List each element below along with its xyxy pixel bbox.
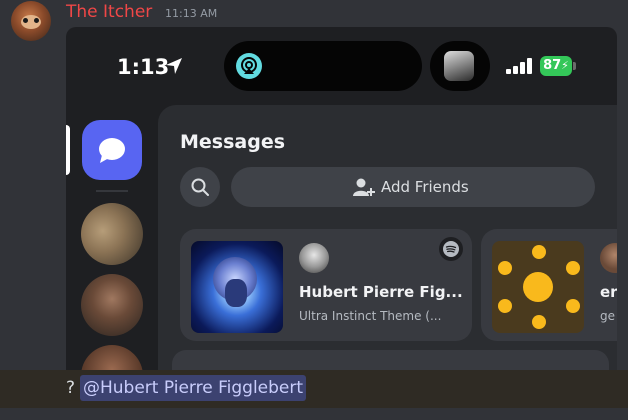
friend-name: er bbox=[600, 283, 617, 301]
avatar bbox=[600, 243, 617, 273]
emoji-icon bbox=[566, 261, 580, 275]
woozy-face-icon bbox=[523, 272, 553, 302]
spotify-icon bbox=[439, 237, 463, 261]
message-author[interactable]: The Itcher bbox=[66, 2, 152, 22]
search-button[interactable] bbox=[180, 167, 220, 207]
server-rail bbox=[66, 107, 158, 370]
airplay-icon bbox=[236, 53, 262, 79]
messages-panel: Messages Add Friends Hubert Pierre Fig..… bbox=[158, 105, 617, 370]
user-mention[interactable]: @Hubert Pierre Figglebert bbox=[80, 375, 307, 401]
now-playing-thumbnail bbox=[444, 51, 474, 81]
battery-nub bbox=[573, 62, 576, 70]
page-title: Messages bbox=[180, 131, 286, 153]
chat-bubble-icon bbox=[99, 138, 125, 163]
message-text: ? bbox=[66, 378, 76, 398]
dynamic-island bbox=[224, 41, 422, 91]
avatar-eye bbox=[23, 18, 28, 23]
activity-card[interactable]: er ge bbox=[481, 229, 617, 341]
rail-separator bbox=[96, 190, 128, 192]
activity-card[interactable]: Hubert Pierre Fig... Ultra Instinct Them… bbox=[180, 229, 472, 341]
avatar-eye bbox=[34, 18, 39, 23]
album-art-figure bbox=[225, 279, 247, 307]
emoji-icon bbox=[498, 261, 512, 275]
avatar bbox=[299, 243, 329, 273]
message-timestamp: 11:13 AM bbox=[165, 7, 218, 20]
server-icon[interactable] bbox=[81, 203, 143, 265]
message-body: ? @Hubert Pierre Figglebert bbox=[0, 370, 628, 408]
charging-bolt-icon: ⚡ bbox=[561, 59, 569, 72]
location-arrow-icon bbox=[166, 58, 182, 74]
friend-activity: Ultra Instinct Theme (... bbox=[299, 309, 442, 323]
phone-clock: 1:13 bbox=[117, 55, 170, 79]
direct-messages-button[interactable] bbox=[82, 120, 142, 180]
selected-indicator bbox=[66, 125, 70, 175]
friend-activity: ge bbox=[600, 309, 615, 323]
friend-name: Hubert Pierre Fig... bbox=[299, 283, 463, 301]
emoji-cover bbox=[492, 241, 584, 333]
search-icon bbox=[191, 178, 209, 196]
add-friend-icon bbox=[353, 178, 375, 196]
chat-avatar[interactable] bbox=[11, 1, 51, 41]
next-card-edge bbox=[172, 350, 609, 370]
emoji-icon bbox=[532, 245, 546, 259]
add-friends-label: Add Friends bbox=[381, 178, 469, 196]
cellular-signal-icon bbox=[506, 58, 534, 74]
server-icon[interactable] bbox=[81, 274, 143, 336]
emoji-icon bbox=[566, 299, 580, 313]
battery-level: 87⚡ bbox=[540, 56, 572, 76]
add-friends-button[interactable]: Add Friends bbox=[231, 167, 595, 207]
server-icon[interactable] bbox=[81, 345, 143, 370]
now-playing-pill bbox=[430, 41, 490, 91]
album-cover bbox=[191, 241, 283, 333]
attached-screenshot[interactable]: 1:13 87⚡ Messages Add Friends Hubert Pie… bbox=[66, 27, 617, 370]
emoji-icon bbox=[498, 299, 512, 313]
emoji-icon bbox=[532, 315, 546, 329]
